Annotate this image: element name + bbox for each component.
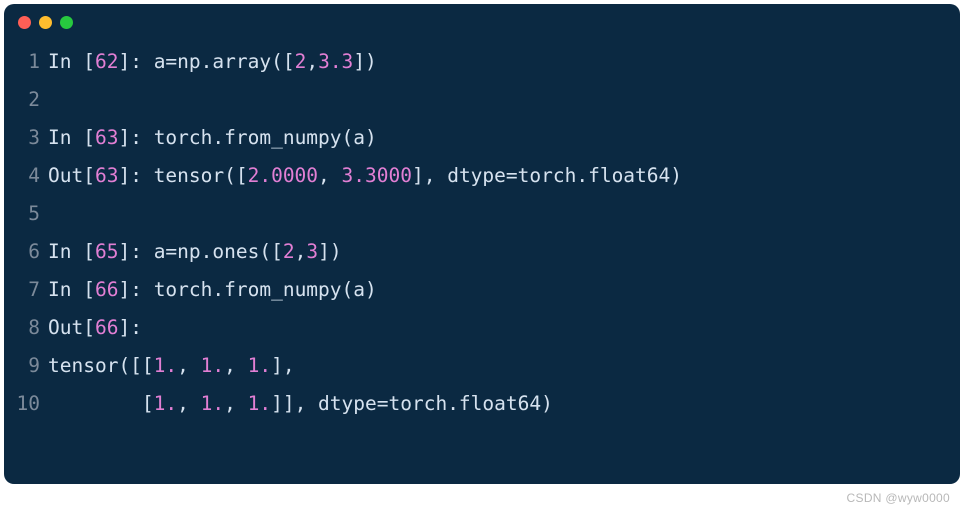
- token-num: 3: [306, 240, 318, 263]
- token-ident: In: [48, 126, 83, 149]
- code-line: 10 [1., 1., 1.]], dtype=torch.float64): [10, 385, 954, 423]
- code-line: 9tensor([[1., 1., 1.],: [10, 347, 954, 385]
- token-ident: ]: torch.from_numpy(a): [118, 278, 376, 301]
- minimize-icon[interactable]: [39, 16, 52, 29]
- token-bracket: [: [83, 278, 95, 301]
- token-num: 66: [95, 278, 118, 301]
- token-bracket: [: [83, 126, 95, 149]
- token-ident: ,: [295, 240, 307, 263]
- token-num: 66: [95, 316, 118, 339]
- token-ident: [: [48, 392, 154, 415]
- line-content: Out[66]:: [48, 309, 142, 347]
- token-ident: ]: a=np.array([: [118, 50, 294, 73]
- line-content: In [66]: torch.from_numpy(a): [48, 271, 377, 309]
- token-ident: tensor([[: [48, 354, 154, 377]
- token-ident: ]: a=np.ones([: [118, 240, 282, 263]
- code-line: 1In [62]: a=np.array([2,3.3]): [10, 43, 954, 81]
- token-ident: ,: [177, 392, 200, 415]
- terminal-window: 1In [62]: a=np.array([2,3.3])23In [63]: …: [4, 4, 960, 484]
- code-line: 4Out[63]: tensor([2.0000, 3.3000], dtype…: [10, 157, 954, 195]
- token-num: 1.: [154, 392, 177, 415]
- line-content: In [65]: a=np.ones([2,3]): [48, 233, 342, 271]
- token-num: 2.0000: [248, 164, 318, 187]
- token-ident: ], dtype=torch.float64): [412, 164, 682, 187]
- line-number: 3: [10, 119, 48, 157]
- token-num: 2: [283, 240, 295, 263]
- close-icon[interactable]: [18, 16, 31, 29]
- token-ident: ,: [177, 354, 200, 377]
- token-num: 1.: [248, 354, 271, 377]
- token-num: 1.: [201, 354, 224, 377]
- token-ident: ,: [318, 164, 341, 187]
- token-ident: ]:: [118, 316, 141, 339]
- token-ident: ]], dtype=torch.float64): [271, 392, 553, 415]
- line-content: [1., 1., 1.]], dtype=torch.float64): [48, 385, 553, 423]
- code-line: 2: [10, 81, 954, 119]
- line-number: 5: [10, 195, 48, 233]
- line-content: tensor([[1., 1., 1.],: [48, 347, 295, 385]
- token-ident: ,: [306, 50, 318, 73]
- token-ident: ]): [353, 50, 376, 73]
- watermark-text: CSDN @wyw0000: [847, 491, 950, 505]
- line-number: 4: [10, 157, 48, 195]
- line-number: 10: [10, 385, 48, 423]
- token-num: 63: [95, 126, 118, 149]
- token-bracket: [: [83, 240, 95, 263]
- token-num: 1.: [248, 392, 271, 415]
- code-line: 5: [10, 195, 954, 233]
- token-ident: In: [48, 50, 83, 73]
- token-bracket: [: [83, 50, 95, 73]
- token-ident: Out[: [48, 164, 95, 187]
- code-block: 1In [62]: a=np.array([2,3.3])23In [63]: …: [4, 37, 960, 433]
- line-number: 1: [10, 43, 48, 81]
- token-ident: In: [48, 278, 83, 301]
- line-number: 8: [10, 309, 48, 347]
- token-num: 1.: [154, 354, 177, 377]
- line-content: In [62]: a=np.array([2,3.3]): [48, 43, 377, 81]
- token-num: 65: [95, 240, 118, 263]
- maximize-icon[interactable]: [60, 16, 73, 29]
- line-content: Out[63]: tensor([2.0000, 3.3000], dtype=…: [48, 157, 682, 195]
- line-number: 2: [10, 81, 48, 119]
- code-line: 7In [66]: torch.from_numpy(a): [10, 271, 954, 309]
- token-ident: ,: [224, 392, 247, 415]
- window-titlebar: [4, 4, 960, 37]
- token-num: 62: [95, 50, 118, 73]
- token-ident: ],: [271, 354, 294, 377]
- token-ident: ,: [224, 354, 247, 377]
- code-line: 6In [65]: a=np.ones([2,3]): [10, 233, 954, 271]
- token-num: 2: [295, 50, 307, 73]
- token-num: 3.3: [318, 50, 353, 73]
- token-ident: ]): [318, 240, 341, 263]
- token-ident: ]: torch.from_numpy(a): [118, 126, 376, 149]
- line-number: 7: [10, 271, 48, 309]
- line-content: In [63]: torch.from_numpy(a): [48, 119, 377, 157]
- token-num: 3.3000: [342, 164, 412, 187]
- token-ident: ]: tensor([: [118, 164, 247, 187]
- line-number: 9: [10, 347, 48, 385]
- token-num: 63: [95, 164, 118, 187]
- token-ident: Out[: [48, 316, 95, 339]
- code-line: 3In [63]: torch.from_numpy(a): [10, 119, 954, 157]
- token-ident: In: [48, 240, 83, 263]
- token-num: 1.: [201, 392, 224, 415]
- code-line: 8Out[66]:: [10, 309, 954, 347]
- line-number: 6: [10, 233, 48, 271]
